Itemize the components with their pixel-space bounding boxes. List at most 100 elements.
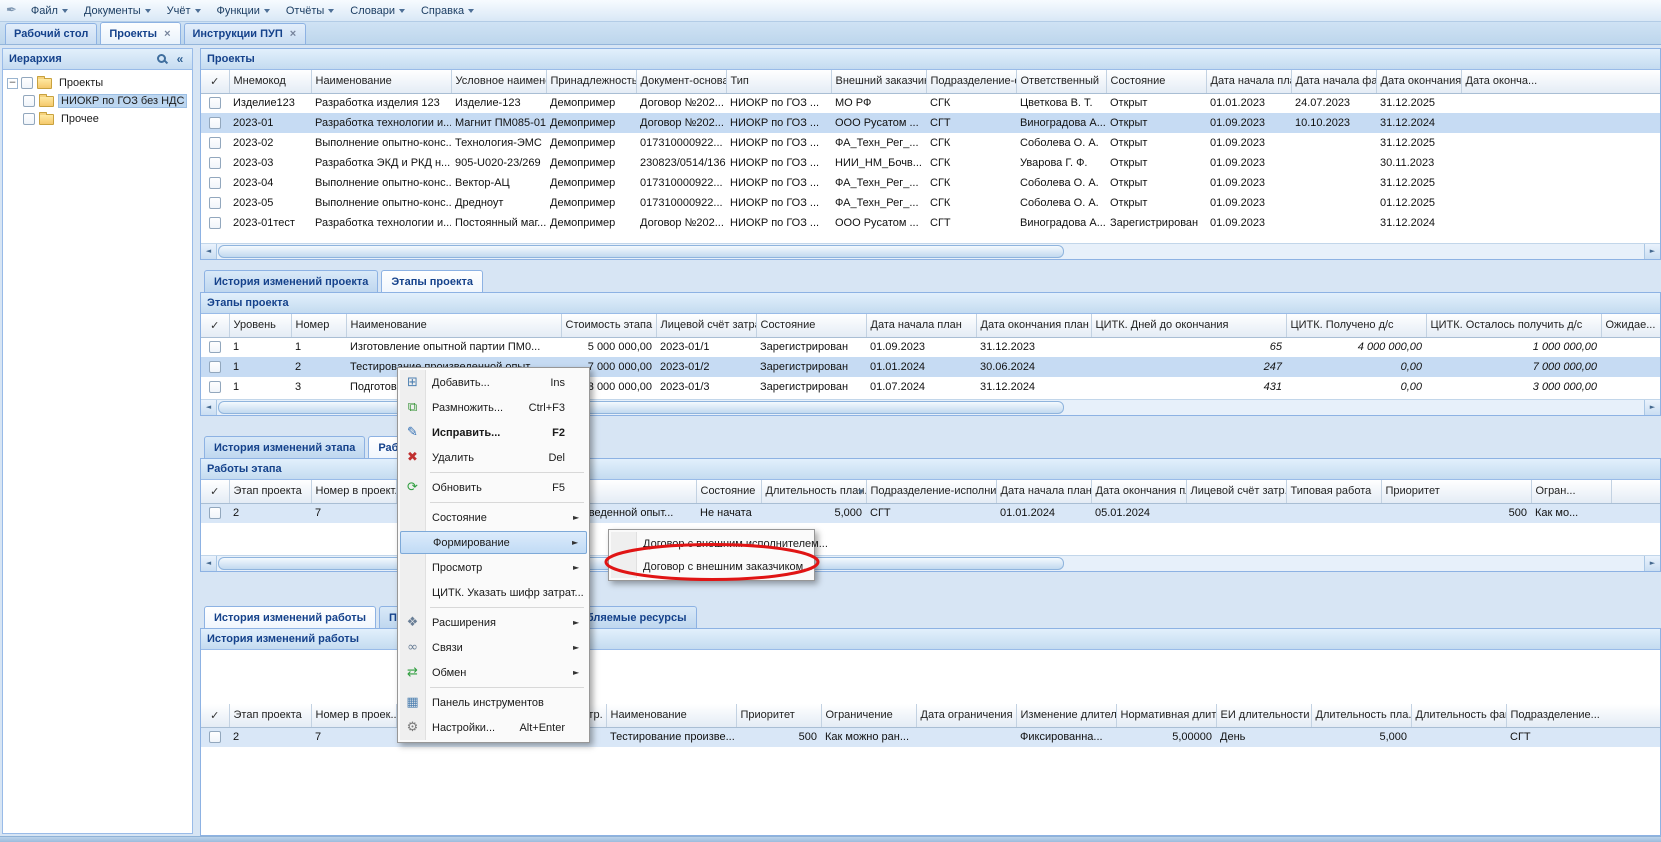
menu-item[interactable]: ⇄Обмен► — [400, 660, 587, 685]
column-header[interactable]: Подразделение-исполнитель.. — [866, 480, 996, 503]
tree-expander-icon[interactable]: − — [7, 78, 18, 89]
search-icon[interactable] — [154, 52, 170, 67]
table-row[interactable]: 2023-03Разработка ЭКД и РКД н...905-U020… — [201, 153, 1660, 173]
menubar-item[interactable]: Словари — [342, 2, 413, 20]
menu-item[interactable]: ∞Связи► — [400, 635, 587, 660]
row-checkbox[interactable] — [209, 507, 221, 519]
tree-node[interactable]: Прочее — [3, 110, 192, 128]
column-header[interactable]: ЦИТК. Осталось получить д/с — [1426, 314, 1601, 337]
column-header[interactable]: Ограничение — [821, 704, 916, 727]
column-header[interactable]: Изменение длител... — [1016, 704, 1116, 727]
subtab[interactable]: Этапы проекта — [381, 270, 483, 292]
column-header[interactable]: ЦИТК. Получено д/с — [1286, 314, 1426, 337]
column-header[interactable] — [1611, 480, 1660, 503]
column-header[interactable]: Наименование — [606, 704, 736, 727]
table-row[interactable]: 2023-01тестРазработка технологии и...Пос… — [201, 213, 1660, 233]
column-header[interactable]: Дата начала факт. — [1291, 70, 1376, 93]
menu-item[interactable]: Договор с внешним заказчиком... — [611, 555, 812, 578]
tree-node[interactable]: −Проекты — [3, 74, 192, 92]
sidebar-splitter[interactable] — [193, 45, 200, 836]
column-header[interactable]: Наименование — [346, 314, 561, 337]
column-header[interactable]: Подразделение-от... — [926, 70, 1016, 93]
menu-item[interactable]: ▦Панель инструментов — [400, 690, 587, 715]
column-header[interactable]: Длительность пла... — [1311, 704, 1411, 727]
column-header[interactable]: ✓ — [201, 70, 229, 93]
column-header[interactable]: Приоритет — [736, 704, 821, 727]
row-checkbox[interactable] — [209, 157, 221, 169]
column-header[interactable]: Внешний заказчик — [831, 70, 926, 93]
column-header[interactable]: Ответственный — [1016, 70, 1106, 93]
column-header[interactable]: Длительность план.▼ — [761, 480, 866, 503]
menu-item[interactable]: ⧉Размножить...Ctrl+F3 — [400, 395, 587, 420]
column-header[interactable]: Дата окончания план — [976, 314, 1091, 337]
column-header[interactable]: Дата начала план — [866, 314, 976, 337]
column-header[interactable]: Номер в проект... — [311, 480, 396, 503]
menubar-item[interactable]: Файл — [23, 2, 76, 20]
menu-item[interactable]: ✖УдалитьDel — [400, 445, 587, 470]
column-header[interactable]: Состояние — [696, 480, 761, 503]
menubar-item[interactable]: Функции — [209, 2, 278, 20]
scroll-left-icon[interactable]: ◄ — [201, 556, 217, 571]
column-header[interactable]: Нормативная длит... — [1116, 704, 1216, 727]
menu-item[interactable]: Просмотр► — [400, 555, 587, 580]
column-header[interactable]: Тип — [726, 70, 831, 93]
main-tab[interactable]: Проекты× — [100, 22, 180, 44]
table-row[interactable]: 2023-04Выполнение опытно-конс...Вектор-А… — [201, 173, 1660, 193]
menu-item[interactable]: ⟳ОбновитьF5 — [400, 475, 587, 500]
menu-item[interactable]: Состояние► — [400, 505, 587, 530]
main-tab[interactable]: Рабочий стол — [5, 23, 97, 44]
menubar-item[interactable]: Учёт — [159, 2, 209, 20]
menu-item[interactable]: Формирование► — [400, 531, 587, 554]
row-checkbox[interactable] — [209, 97, 221, 109]
column-header[interactable]: Принадлежность — [546, 70, 636, 93]
column-header[interactable]: Наименование — [311, 70, 451, 93]
horizontal-scrollbar[interactable]: ◄ ► — [201, 243, 1660, 259]
row-checkbox[interactable] — [209, 197, 221, 209]
tree-checkbox[interactable] — [21, 77, 33, 89]
menu-item[interactable]: Договор с внешним исполнителем... — [611, 532, 812, 555]
menubar-item[interactable]: Отчёты — [278, 2, 342, 20]
collapse-panel-icon[interactable]: « — [172, 52, 188, 67]
menubar-item[interactable]: Справка — [413, 2, 482, 20]
column-header[interactable]: Этап проекта — [229, 704, 311, 727]
column-header[interactable]: Дата начала план. — [996, 480, 1091, 503]
tree-checkbox[interactable] — [23, 95, 35, 107]
scroll-thumb[interactable] — [218, 401, 1064, 414]
row-checkbox[interactable] — [209, 731, 221, 743]
column-header[interactable]: Лицевой счёт затрат — [656, 314, 756, 337]
row-checkbox[interactable] — [209, 137, 221, 149]
row-checkbox[interactable] — [209, 217, 221, 229]
column-header[interactable]: Номер — [291, 314, 346, 337]
column-header[interactable]: Мнемокод — [229, 70, 311, 93]
column-header[interactable]: Длительность фак... — [1411, 704, 1506, 727]
table-row[interactable]: 2023-02Выполнение опытно-конс...Технолог… — [201, 133, 1660, 153]
row-checkbox[interactable] — [209, 177, 221, 189]
column-header[interactable]: ✓ — [201, 480, 229, 503]
menu-item[interactable]: ⚙Настройки...Alt+Enter — [400, 715, 587, 740]
column-header[interactable]: Дата окончания план — [1091, 480, 1186, 503]
column-header[interactable]: ЦИТК. Дней до окончания — [1091, 314, 1286, 337]
column-header[interactable]: Огран... — [1531, 480, 1611, 503]
column-header[interactable]: Состояние — [1106, 70, 1206, 93]
scroll-right-icon[interactable]: ► — [1644, 556, 1660, 571]
scroll-thumb[interactable] — [218, 245, 1064, 258]
column-header[interactable]: Приоритет — [1381, 480, 1531, 503]
table-row[interactable]: 2023-01Разработка технологии и...Магнит … — [201, 113, 1660, 133]
row-checkbox[interactable] — [209, 381, 221, 393]
column-header[interactable]: Дата окончания пл... — [1376, 70, 1461, 93]
column-header[interactable]: Дата оконча... — [1461, 70, 1660, 93]
close-tab-icon[interactable]: × — [163, 29, 171, 39]
column-header[interactable]: ✓ — [201, 314, 229, 337]
menu-item[interactable]: ✎Исправить...F2 — [400, 420, 587, 445]
column-header[interactable]: Состояние — [756, 314, 866, 337]
row-checkbox[interactable] — [209, 361, 221, 373]
column-header[interactable]: Дата начала план. — [1206, 70, 1291, 93]
menu-item[interactable]: ❖Расширения► — [400, 610, 587, 635]
table-row[interactable]: 2023-05Выполнение опытно-конс...Дредноут… — [201, 193, 1660, 213]
close-tab-icon[interactable]: × — [289, 29, 297, 39]
menu-item[interactable]: ⊞Добавить...Ins — [400, 370, 587, 395]
column-header[interactable]: Номер в проек... — [311, 704, 396, 727]
scroll-right-icon[interactable]: ► — [1644, 400, 1660, 415]
column-header[interactable]: ✓ — [201, 704, 229, 727]
column-header[interactable]: Этап проекта — [229, 480, 311, 503]
